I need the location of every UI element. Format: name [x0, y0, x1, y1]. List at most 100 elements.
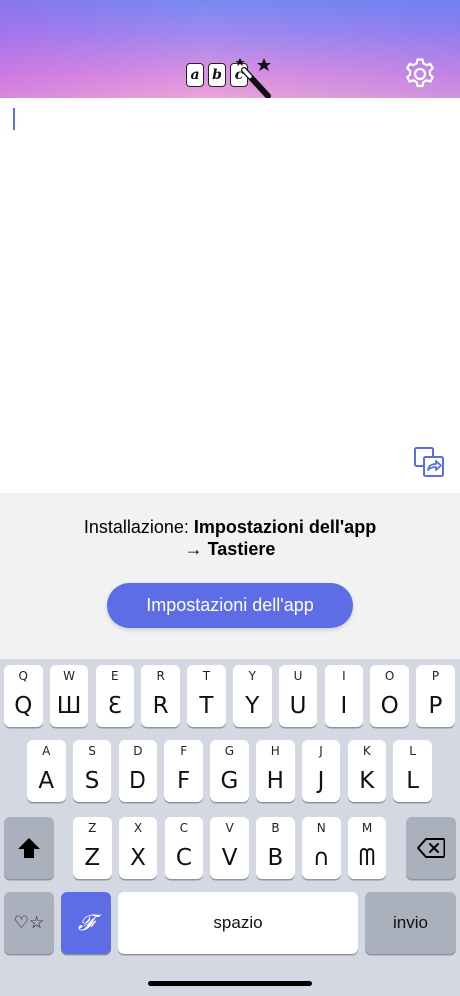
key-p[interactable]: PP [416, 665, 455, 727]
key-w[interactable]: WШ [49, 665, 89, 727]
shift-key[interactable] [4, 817, 54, 879]
install-instructions: Installazione: Impostazioni dell'app → T… [0, 516, 460, 560]
logo-letter-b: b [208, 63, 226, 87]
home-indicator [148, 981, 312, 986]
key-hint: Y [248, 669, 256, 683]
key-z[interactable]: ZZ [73, 817, 112, 879]
key-glyph: K [359, 768, 375, 794]
key-a[interactable]: AA [27, 740, 66, 802]
key-glyph: O [380, 693, 399, 719]
key-r[interactable]: RR [141, 665, 180, 727]
key-glyph: R [152, 693, 169, 719]
key-hint: Z [88, 821, 97, 835]
key-glyph: Z [84, 845, 101, 871]
key-hint: A [42, 744, 51, 758]
key-hint: E [111, 669, 119, 683]
key-m[interactable]: Mᗰ [347, 817, 387, 879]
space-key[interactable]: spazio [118, 892, 358, 954]
return-key[interactable]: invio [365, 892, 456, 954]
key-j[interactable]: JJ [301, 740, 341, 802]
key-glyph: Ɛ [107, 693, 122, 719]
key-glyph: B [267, 845, 284, 871]
key-glyph: I [340, 693, 348, 719]
key-f[interactable]: FF [164, 740, 203, 802]
key-h[interactable]: HH [256, 740, 295, 802]
key-v[interactable]: VV [210, 817, 249, 879]
key-glyph: G [220, 768, 239, 794]
key-hint: G [224, 744, 235, 758]
key-glyph: J [317, 768, 325, 794]
key-glyph: H [266, 768, 284, 794]
font-switch-label: 𝓕 [77, 910, 95, 936]
key-d[interactable]: DᎠ [118, 740, 158, 802]
share-copy-icon[interactable] [412, 445, 446, 479]
key-n[interactable]: N ∩ [302, 817, 341, 879]
key-o[interactable]: OO [370, 665, 409, 727]
key-hint: N [316, 821, 326, 835]
backspace-key[interactable] [406, 817, 456, 879]
key-glyph: ∩ [312, 845, 330, 871]
space-key-label: spazio [213, 913, 263, 932]
return-key-label: invio [393, 913, 428, 932]
key-k[interactable]: KK [347, 740, 387, 802]
key-hint: I [342, 669, 346, 683]
key-glyph: L [406, 768, 420, 794]
key-glyph: A [38, 768, 55, 794]
key-hint: X [133, 821, 143, 835]
key-glyph: Ꭰ [130, 768, 146, 794]
text-editor[interactable] [0, 98, 460, 493]
key-hint: H [270, 744, 280, 758]
app-header: a b c [0, 0, 460, 98]
key-hint: L [409, 744, 416, 758]
key-hint: D [133, 744, 143, 758]
key-q[interactable]: QQ [4, 665, 43, 727]
key-hint: J [319, 744, 323, 758]
key-s[interactable]: SS [72, 740, 112, 802]
backspace-icon [417, 838, 445, 858]
key-l[interactable]: LL [393, 740, 432, 802]
key-glyph: U [289, 693, 307, 719]
key-hint: C [179, 821, 189, 835]
key-glyph: F [177, 768, 191, 794]
key-glyph: Q [14, 693, 33, 719]
key-hint: U [293, 669, 303, 683]
shift-arrow-icon [18, 838, 40, 858]
key-glyph: C [175, 845, 192, 871]
install-path: Impostazioni dell'app [193, 517, 377, 537]
key-hint: Q [18, 669, 28, 683]
key-t[interactable]: TT [187, 665, 226, 727]
key-hint: T [202, 669, 211, 683]
key-hint: W [63, 669, 75, 683]
app-settings-button[interactable]: Impostazioni dell'app [107, 583, 353, 628]
key-x[interactable]: XX [118, 817, 158, 879]
key-hint: F [180, 744, 188, 758]
text-cursor [13, 108, 15, 130]
magic-wand-icon [235, 58, 271, 98]
key-b[interactable]: BB [256, 817, 295, 879]
key-u[interactable]: UU [278, 665, 318, 727]
key-hint: K [362, 744, 371, 758]
install-instructions-panel: Installazione: Impostazioni dell'app → T… [0, 493, 460, 659]
font-switch-key[interactable]: 𝓕 [61, 892, 111, 954]
key-glyph: V [221, 845, 238, 871]
key-hint: B [271, 821, 280, 835]
key-glyph: X [130, 845, 146, 871]
logo-letter-a: a [186, 63, 204, 87]
gear-icon[interactable] [403, 57, 437, 91]
key-c[interactable]: CC [164, 817, 204, 879]
key-e[interactable]: EƐ [95, 665, 135, 727]
key-glyph: Y [245, 693, 260, 719]
key-hint: V [225, 821, 234, 835]
key-hint: O [384, 669, 395, 683]
key-g[interactable]: GG [210, 740, 249, 802]
symbols-key[interactable]: ♡☆ [4, 892, 54, 954]
install-keyboards-step: → Tastiere [184, 539, 276, 559]
key-i[interactable]: II [324, 665, 364, 727]
key-glyph: S [84, 768, 100, 794]
custom-keyboard: QQWШEƐRRTTYYUUIIOOPP AASSDᎠFFGGHHJJKKLL … [0, 659, 460, 996]
key-hint: M [361, 821, 373, 835]
install-prefix: Installazione: [83, 517, 194, 537]
key-glyph: ᗰ [358, 845, 376, 871]
key-y[interactable]: YY [233, 665, 272, 727]
key-hint: P [431, 669, 440, 683]
